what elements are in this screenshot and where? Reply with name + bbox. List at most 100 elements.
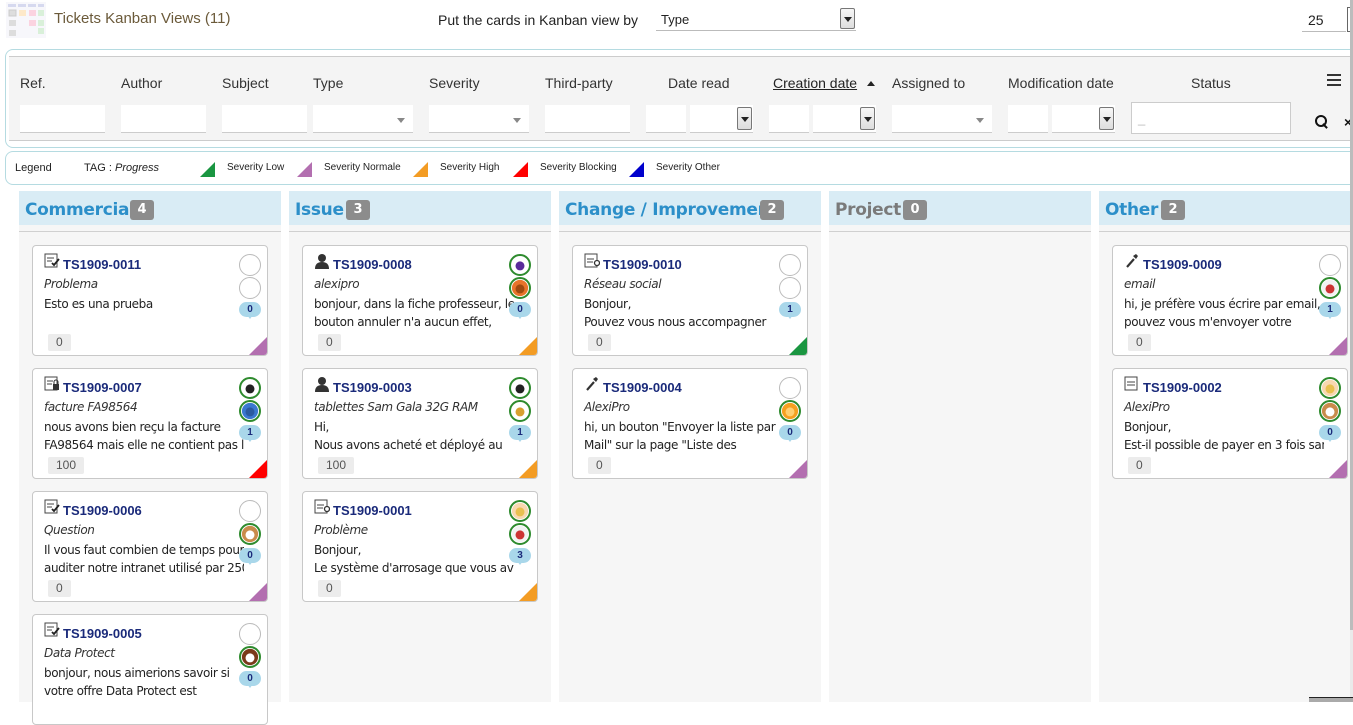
comment-count-bubble[interactable]: 0 [779,425,801,440]
comment-count-bubble[interactable]: 1 [779,302,801,317]
column-header[interactable]: Commercial4 [19,191,281,225]
comment-count-bubble[interactable]: 0 [239,671,261,686]
groupby-select[interactable]: Type [656,7,856,31]
empty-avatar-icon[interactable] [239,277,261,299]
horizontal-scrollbar[interactable] [1309,697,1353,702]
ticket-card[interactable]: TS1909-0003tablettes Sam Gala 32G RAMHi,… [302,368,538,479]
runner-avatar-icon[interactable] [509,254,531,276]
limit-input[interactable]: 25 [1302,7,1346,32]
angel-avatar-icon[interactable] [509,500,531,522]
panda-avatar-icon[interactable] [509,377,531,399]
ticket-ref-link[interactable]: TS1909-0008 [333,257,412,272]
column-header-date-read[interactable]: Date read [668,75,729,91]
empty-avatar-icon[interactable] [779,254,801,276]
empty-avatar-icon[interactable] [239,500,261,522]
column-header[interactable]: Other2 [1099,191,1353,225]
date-read-filter-select[interactable] [690,105,753,133]
panda-avatar-icon[interactable] [239,377,261,399]
creation-date-filter-select[interactable] [813,105,876,133]
comment-count-bubble[interactable]: 1 [1319,302,1341,317]
basketball-avatar-icon[interactable] [509,277,531,299]
modification-date-filter-select[interactable] [1052,105,1115,133]
column-header-third-party[interactable]: Third-party [545,75,613,91]
column-header[interactable]: Project0 [829,191,1091,225]
empty-avatar-icon[interactable] [239,254,261,276]
ticket-ref-link[interactable]: TS1909-0001 [333,503,412,518]
ticket-card[interactable]: TS1909-0001ProblèmeBonjour,Le système d'… [302,491,538,602]
baseball-avatar-icon[interactable] [1319,277,1341,299]
ticket-ref-link[interactable]: TS1909-0003 [333,380,412,395]
column-header-assigned-to[interactable]: Assigned to [892,75,965,91]
chevron-down-icon[interactable] [840,8,855,29]
column-header[interactable]: Issue3 [289,191,551,225]
column-header-modification-date[interactable]: Modification date [1008,75,1114,91]
description-line: FA98564 mais elle ne contient pas la [44,436,244,454]
chevron-down-icon[interactable] [860,107,875,130]
ticket-card[interactable]: TS1909-0010Réseau socialBonjour,Pouvez v… [572,245,808,356]
column-header-subject[interactable]: Subject [222,75,269,91]
wrench-icon [584,376,600,392]
column-header-author[interactable]: Author [121,75,162,91]
ticket-ref-link[interactable]: TS1909-0010 [603,257,682,272]
empty-avatar-icon[interactable] [1319,254,1341,276]
column-header-type[interactable]: Type [313,75,343,91]
date-read-filter-input[interactable] [646,105,686,133]
column-header-creation-date[interactable]: Creation date [773,75,857,91]
user-icon [314,376,330,392]
assigned-to-filter-select[interactable] [892,105,992,133]
ticket-ref-link[interactable]: TS1909-0011 [63,257,141,272]
ticket-ref-link[interactable]: TS1909-0004 [603,380,682,395]
car-avatar-icon[interactable] [239,400,261,422]
comment-count-bubble[interactable]: 0 [1319,425,1341,440]
ticket-ref-link[interactable]: TS1909-0002 [1143,380,1222,395]
ticket-ref-link[interactable]: TS1909-0005 [63,626,142,641]
status-filter-input[interactable]: _ [1131,102,1291,134]
ticket-card[interactable]: TS1909-0004AlexiProhi, un bouton "Envoye… [572,368,808,479]
comment-count-bubble[interactable]: 1 [239,425,261,440]
ref-filter-input[interactable] [20,105,105,133]
empty-avatar-icon[interactable] [779,277,801,299]
column-header-severity[interactable]: Severity [429,75,480,91]
ticket-card[interactable]: TS1909-0008alexiprobonjour, dans la fich… [302,245,538,356]
creation-date-filter-input[interactable] [769,105,809,133]
speech-orange-avatar-icon[interactable] [779,400,801,422]
comment-count-bubble[interactable]: 1 [509,425,531,440]
football-avatar-icon[interactable] [239,646,261,668]
legend-tag-label: TAG : [84,162,112,174]
coffee-avatar-icon[interactable] [239,523,261,545]
ticket-card[interactable]: TS1909-0006QuestionIl vous faut combien … [32,491,268,602]
comment-count-bubble[interactable]: 0 [239,302,261,317]
ticket-card[interactable]: TS1909-0009emailhi, je préfère vous écri… [1112,245,1348,356]
search-icon[interactable] [1315,115,1329,129]
chevron-down-icon[interactable] [737,107,752,130]
third-party-filter-input[interactable] [545,105,630,133]
empty-avatar-icon[interactable] [779,377,801,399]
comment-count-bubble[interactable]: 0 [239,548,261,563]
comment-count-bubble[interactable]: 0 [509,302,531,317]
ticket-card[interactable]: TS1909-0002AlexiProBonjour,Est-il possib… [1112,368,1348,479]
sort-asc-icon[interactable] [867,81,875,86]
coffee-avatar-icon[interactable] [1319,400,1341,422]
list-view-icon[interactable] [1327,74,1341,86]
severity-filter-select[interactable] [429,105,529,133]
ticket-card[interactable]: TS1909-0011ProblemaEsto es una prueba00 [32,245,268,356]
author-filter-input[interactable] [121,105,206,133]
subject-filter-input[interactable] [222,105,307,133]
column-header-status[interactable]: Status [1191,75,1231,91]
angel-avatar-icon[interactable] [1319,377,1341,399]
baseball-avatar-icon[interactable] [509,523,531,545]
empty-avatar-icon[interactable] [239,623,261,645]
ticket-ref-link[interactable]: TS1909-0009 [1143,257,1222,272]
bicycle-avatar-icon[interactable] [509,400,531,422]
column-header-ref[interactable]: Ref. [20,75,46,91]
ticket-card[interactable]: TS1909-0005Data Protectbonjour, nous aim… [32,614,268,725]
ticket-ref-link[interactable]: TS1909-0006 [63,503,142,518]
ticket-ref-link[interactable]: TS1909-0007 [63,380,142,395]
comment-count-bubble[interactable]: 3 [509,548,531,563]
ticket-card[interactable]: TS1909-0007facture FA98564nous avons bie… [32,368,268,479]
ticket-subject: tablettes Sam Gala 32G RAM [314,400,478,414]
modification-date-filter-input[interactable] [1008,105,1048,133]
chevron-down-icon[interactable] [1099,107,1114,130]
column-header[interactable]: Change / Improvement2 [559,191,821,225]
type-filter-select[interactable] [313,105,413,133]
